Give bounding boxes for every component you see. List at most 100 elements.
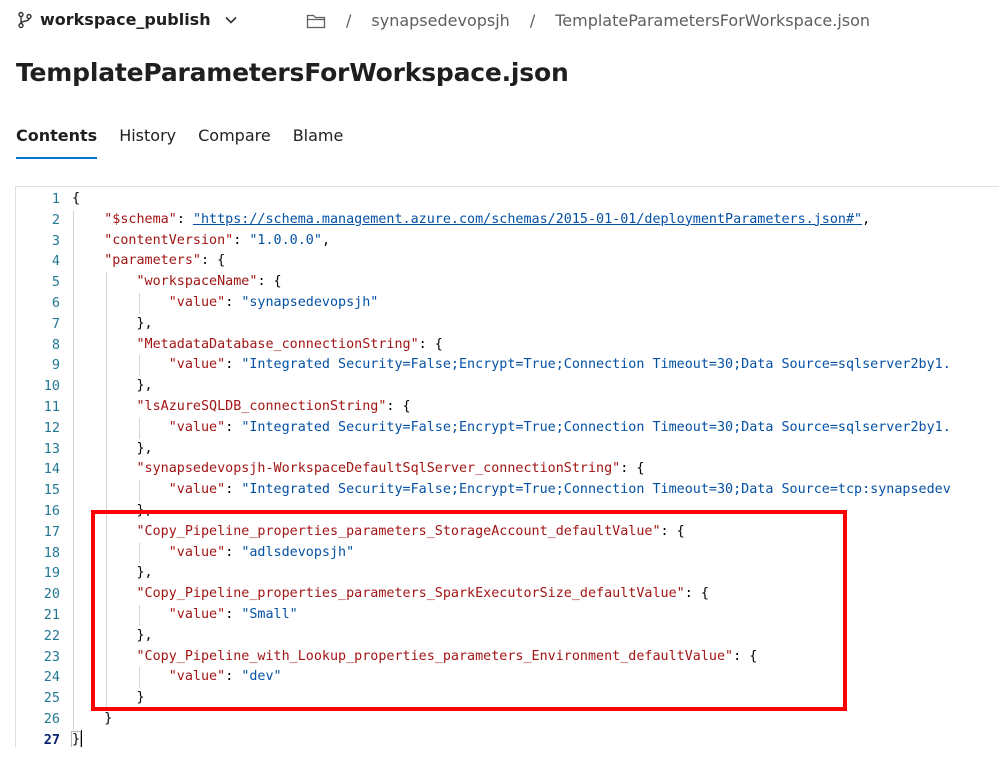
json-punctuation: : (225, 669, 242, 685)
indent-guide (73, 438, 74, 460)
json-key: "Copy_Pipeline_properties_parameters_Spa… (136, 586, 685, 602)
code-line[interactable]: { (72, 189, 999, 210)
indent-guide (138, 355, 140, 377)
breadcrumb-repo-link[interactable]: synapsedevopsjh (371, 11, 509, 30)
code-line[interactable]: }, (72, 625, 999, 647)
folder-icon[interactable] (306, 13, 326, 29)
code-line[interactable]: "lsAzureSQLDB_connectionString": { (72, 396, 999, 418)
code-line[interactable]: "Copy_Pipeline_properties_parameters_Sto… (72, 521, 999, 543)
line-number: 2 (51, 211, 60, 228)
indent-guide (73, 292, 74, 314)
json-key: "Copy_Pipeline_with_Lookup_properties_pa… (136, 648, 734, 664)
line-number: 15 (43, 482, 60, 499)
line-number: 21 (43, 606, 60, 623)
tab-history[interactable]: History (119, 126, 176, 157)
code-line[interactable]: "value": "Integrated Security=False;Encr… (72, 417, 999, 439)
json-punctuation: : { (201, 253, 226, 269)
line-number: 9 (51, 357, 60, 374)
line-number: 7 (51, 315, 60, 332)
indent-guide (73, 396, 74, 418)
indent-guide (106, 376, 108, 397)
json-punctuation: : (225, 482, 242, 498)
indent-guide (73, 230, 74, 252)
indent-guide (73, 563, 74, 585)
code-line[interactable]: "value": "dev" (72, 667, 999, 689)
line-number: 18 (43, 544, 60, 561)
tab-blame[interactable]: Blame (293, 126, 344, 157)
code-line[interactable]: "value": "Integrated Security=False;Encr… (72, 355, 999, 377)
page-title: TemplateParametersForWorkspace.json (16, 58, 569, 87)
indent-guide (73, 604, 74, 626)
json-key: "value" (168, 294, 226, 310)
indent-guide (73, 480, 74, 501)
json-string: "Integrated Security=False;Encrypt=True;… (241, 357, 951, 373)
code-line[interactable]: } (72, 688, 999, 709)
code-line[interactable]: "value": "adlsdevopsjh" (72, 542, 999, 564)
line-number: 11 (43, 398, 60, 415)
indent-guide (73, 500, 74, 522)
indent-guide (73, 251, 74, 273)
indent-guide (106, 500, 108, 522)
code-line[interactable]: "$schema": "https://schema.management.az… (72, 209, 999, 231)
json-punctuation: : { (684, 586, 709, 602)
indent-guide (106, 272, 108, 293)
line-number: 5 (51, 274, 60, 291)
code-line[interactable]: "workspaceName": { (72, 272, 999, 293)
breadcrumb-separator: / (529, 11, 536, 30)
code-line[interactable]: }, (72, 563, 999, 585)
indent-guide (73, 542, 74, 564)
indent-guide (138, 542, 140, 564)
code-line[interactable]: "Copy_Pipeline_with_Lookup_properties_pa… (72, 646, 999, 668)
code-line[interactable]: } (72, 708, 999, 730)
code-line[interactable]: "parameters": { (72, 251, 999, 273)
breadcrumb-file: TemplateParametersForWorkspace.json (555, 11, 871, 30)
json-key: "value" (168, 357, 226, 373)
line-number: 1 (51, 191, 60, 207)
branch-selector[interactable]: workspace_publish (17, 10, 239, 29)
json-string: "adlsdevopsjh" (241, 544, 355, 560)
json-punctuation: : (233, 232, 250, 248)
indent-guide (73, 376, 74, 397)
json-punctuation: : { (418, 336, 443, 352)
code-line[interactable]: }, (72, 376, 999, 397)
code-line[interactable]: }, (72, 438, 999, 460)
json-punctuation: } (136, 690, 145, 706)
code-line[interactable]: "value": "synapsedevopsjh" (72, 292, 999, 314)
indent-guide (106, 646, 108, 668)
code-line[interactable]: "value": "Integrated Security=False;Encr… (72, 480, 999, 501)
indent-guide (138, 667, 140, 689)
json-punctuation: : (225, 419, 242, 435)
code-line[interactable]: "Copy_Pipeline_properties_parameters_Spa… (72, 584, 999, 605)
json-string[interactable]: "https://schema.management.azure.com/sch… (193, 212, 862, 227)
indent-guide (73, 521, 74, 543)
indent-guide (106, 292, 108, 314)
line-number: 4 (51, 253, 60, 270)
json-punctuation: : { (660, 523, 685, 539)
json-punctuation: : { (386, 398, 411, 414)
code-editor[interactable]: 1 2 3 4 5 6 7 8 9 10 11 12 13 14 15 16 17 18 19 20 21 22 23 24 2… (15, 186, 999, 747)
indent-guide (73, 459, 74, 481)
line-number: 14 (43, 461, 60, 478)
indent-guide (106, 688, 108, 709)
code-line[interactable]: "value": "Small" (72, 604, 999, 626)
json-key: "value" (168, 419, 226, 435)
json-key: "parameters" (104, 253, 201, 269)
code-line[interactable]: } (70, 730, 999, 747)
line-number: 8 (51, 336, 60, 353)
json-key: "MetadataDatabase_connectionString" (136, 336, 419, 352)
line-number: 16 (43, 502, 60, 519)
chevron-down-icon (225, 16, 237, 24)
code-line[interactable]: "MetadataDatabase_connectionString": { (72, 334, 999, 356)
tab-compare[interactable]: Compare (198, 126, 271, 157)
code-line[interactable]: "contentVersion": "1.0.0.0", (72, 230, 999, 252)
line-number: 13 (43, 440, 60, 457)
code-line[interactable]: }, (72, 313, 999, 335)
json-key: "workspaceName" (136, 274, 258, 290)
code-line[interactable]: }, (72, 500, 999, 522)
code-area[interactable]: { "$schema": "https://schema.management.… (70, 189, 999, 747)
json-punctuation: : (225, 357, 242, 373)
line-number: 23 (43, 648, 60, 665)
json-punctuation: : { (620, 461, 645, 477)
code-line[interactable]: "synapsedevopsjh-WorkspaceDefaultSqlServ… (72, 459, 999, 481)
tab-contents[interactable]: Contents (16, 126, 98, 159)
